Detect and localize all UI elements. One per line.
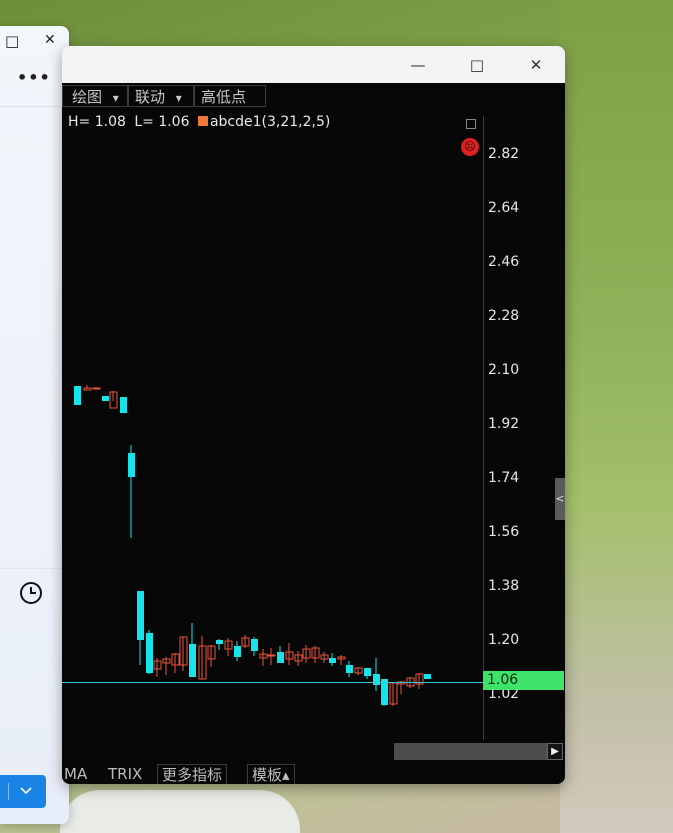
more-icon[interactable]: •••	[17, 68, 51, 87]
price-tick: 1.56	[488, 524, 520, 540]
tab-trix[interactable]: TRIX	[108, 764, 142, 784]
maximize-button[interactable]: □	[463, 54, 491, 76]
candle-body	[120, 397, 127, 413]
divider	[0, 568, 69, 569]
candle-body	[189, 644, 196, 677]
close-button[interactable]: ✕	[522, 54, 550, 76]
dropdown-button[interactable]	[0, 775, 46, 808]
candle-body	[251, 639, 258, 651]
scroll-right-arrow[interactable]: ▶	[547, 743, 563, 760]
candlestick-chart	[74, 385, 431, 706]
tab-ma[interactable]: MA	[64, 764, 87, 784]
price-tick: 2.10	[488, 362, 520, 378]
price-tick: 1.20	[488, 632, 520, 648]
divider	[0, 106, 69, 107]
price-tick: 2.82	[488, 146, 520, 162]
price-tick: 2.28	[488, 308, 520, 324]
bottom-bar: ▶ MA TRIX 更多指标 模板▴	[62, 740, 565, 784]
minimize-button[interactable]: —	[404, 54, 432, 76]
close-icon[interactable]: ✕	[44, 32, 56, 48]
price-axis-line	[483, 116, 484, 741]
desktop-background	[560, 0, 673, 833]
candle-body	[128, 453, 135, 477]
price-tick: 2.46	[488, 254, 520, 270]
chart-window: — □ ✕ 绘图 ▾ 联动 ▾ 高低点 H= 1.08 L= 1.06 abcd…	[62, 46, 565, 784]
desktop-object	[60, 790, 300, 833]
candle-body	[373, 674, 380, 685]
chart-area: 绘图 ▾ 联动 ▾ 高低点 H= 1.08 L= 1.06 abcde1(3,2…	[62, 83, 565, 784]
candle-body	[74, 386, 81, 405]
price-tick: 2.64	[488, 200, 520, 216]
candle-body	[267, 654, 276, 657]
candle-body	[277, 652, 284, 663]
candle-body	[102, 396, 109, 401]
tab-more-indicators[interactable]: 更多指标	[157, 764, 228, 784]
expand-panel-tab[interactable]: <	[555, 478, 565, 520]
candle-body	[329, 658, 336, 663]
current-price-line	[62, 682, 483, 683]
price-tick: 1.74	[488, 470, 520, 486]
tab-template[interactable]: 模板▴	[247, 764, 295, 784]
price-tick: 1.38	[488, 578, 520, 594]
candle-body	[92, 387, 101, 390]
current-price-badge: 1.06	[483, 671, 564, 690]
horizontal-scrollbar[interactable]	[394, 743, 547, 760]
candle-body	[364, 668, 371, 676]
candle-body	[346, 665, 353, 673]
chevron-down-icon	[20, 787, 32, 795]
clock-icon[interactable]	[19, 581, 43, 605]
separator	[8, 783, 9, 800]
candle-body	[234, 646, 241, 657]
maximize-icon[interactable]: □	[5, 32, 19, 50]
candle-body	[424, 674, 431, 679]
candle-body	[216, 640, 223, 644]
left-window: □ ✕ •••	[0, 26, 69, 824]
price-tick: 1.92	[488, 416, 520, 432]
candle-body	[146, 633, 153, 673]
candle-body	[137, 591, 144, 640]
title-bar: — □ ✕	[62, 46, 565, 83]
